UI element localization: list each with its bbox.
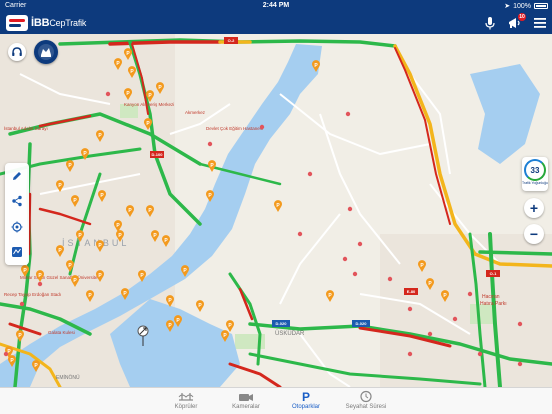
hospital-marker[interactable] <box>307 171 313 177</box>
app-name-light: CepTrafik <box>49 18 87 28</box>
poi-label: İstanbul Adalet Sarayı <box>4 125 48 131</box>
poi-label: Akmerkez <box>185 110 206 115</box>
battery-icon <box>534 3 548 9</box>
parking-icon: P <box>302 390 310 403</box>
road-shield-label: D-020 <box>276 321 288 326</box>
travel-time-icon <box>360 390 372 403</box>
hospital-marker[interactable] <box>342 256 348 262</box>
hospital-marker[interactable] <box>3 351 9 357</box>
poi-label: Kanyon Alışveriş Merkezi <box>124 102 174 107</box>
poi-label: Recep Tayyip Erdoğan Stadı <box>4 292 61 297</box>
road-shield-label: O-2 <box>228 38 235 43</box>
tab-label: Kameralar <box>232 404 260 410</box>
locate-me-button[interactable] <box>8 218 26 236</box>
poi-label: Devlet Çok Eğitim Hastanesi <box>206 126 263 131</box>
hospital-marker[interactable] <box>357 241 363 247</box>
zoom-out-button[interactable]: − <box>524 224 544 244</box>
district-label: EMİNÖNÜ <box>56 374 80 381</box>
headset-icon <box>12 47 22 56</box>
density-value: 33 <box>530 165 540 175</box>
traffic-density-gauge[interactable]: 33 Trafik Yoğunluğu <box>522 157 548 191</box>
hospital-marker[interactable] <box>477 351 483 357</box>
ibb-logo-mark <box>6 15 28 31</box>
map-layers-button[interactable] <box>8 243 26 261</box>
hospital-marker[interactable] <box>387 276 393 282</box>
road-shield-label: D-100 <box>152 152 164 157</box>
tab-label: Köprüler <box>174 404 198 410</box>
header-actions: 10 <box>482 13 548 31</box>
tab-cameras[interactable]: Kameralar <box>216 390 276 410</box>
density-caption: Trafik Yoğunluğu <box>522 181 548 185</box>
map-layers-icon <box>12 247 22 258</box>
tab-travel-time[interactable]: Seyahat Süresi <box>336 390 396 410</box>
tab-label: Seyahat Süresi <box>345 404 387 410</box>
app-title: İBBCepTrafik <box>31 17 86 29</box>
hospital-marker[interactable] <box>407 306 413 312</box>
app-logo: İBBCepTrafik <box>6 15 86 31</box>
hospital-marker[interactable] <box>467 291 473 297</box>
bottom-tab-bar: Köprüler Kameralar P Otoparklar Seyahat … <box>0 387 552 414</box>
ibb-badge-button[interactable] <box>34 40 58 64</box>
plus-icon: + <box>529 200 539 216</box>
battery-percent: 100% <box>513 2 531 10</box>
urban-area-east <box>380 234 552 387</box>
camera-icon <box>239 393 253 401</box>
hospital-marker[interactable] <box>207 141 213 147</box>
zoom-in-button[interactable]: + <box>524 198 544 218</box>
announcements-button[interactable]: 10 <box>507 13 526 31</box>
poi-label: Galata Kulesi <box>48 330 75 335</box>
hospital-marker[interactable] <box>517 321 523 327</box>
tab-bridges[interactable]: Köprüler <box>156 390 216 410</box>
share-button[interactable] <box>8 192 26 210</box>
bridge-icon <box>178 392 194 401</box>
microphone-button[interactable] <box>482 15 498 31</box>
poi-label: Mimar Sinan Güzel Sanatlar Üniversitesi <box>20 274 101 280</box>
road-shield-label: E-80 <box>407 289 416 294</box>
hospital-marker[interactable] <box>407 351 413 357</box>
map-tools-panel <box>5 163 29 265</box>
hospital-marker[interactable] <box>297 231 303 237</box>
density-ring: 33 <box>524 159 546 181</box>
tab-label: Otoparklar <box>291 404 320 410</box>
menu-button[interactable] <box>532 15 548 31</box>
hospital-marker[interactable] <box>19 301 25 307</box>
app-root: Carrier 2:44 PM ➤ 100% İBBCepTrafik 10 O… <box>0 0 552 414</box>
app-name-bold: İBB <box>31 17 50 29</box>
map-canvas[interactable]: O-2 D-100 E-80 D-020 D-020 O-1 İSTANBUL … <box>0 34 552 387</box>
hospital-marker[interactable] <box>105 91 111 97</box>
ibb-emblem-icon <box>38 44 54 60</box>
tab-parking[interactable]: P Otoparklar <box>276 390 336 410</box>
status-bar: Carrier 2:44 PM ➤ 100% <box>0 0 552 12</box>
headset-button[interactable] <box>8 43 26 61</box>
minus-icon: − <box>529 226 539 242</box>
app-header: İBBCepTrafik 10 <box>0 12 552 34</box>
draw-route-button[interactable] <box>8 167 26 185</box>
road-shield-label: D-020 <box>356 321 368 326</box>
notification-badge: 10 <box>518 13 526 21</box>
crosshair-icon <box>11 221 23 233</box>
hospital-marker[interactable] <box>345 111 351 117</box>
status-right: ➤ 100% <box>504 2 548 10</box>
share-icon <box>12 196 22 207</box>
hospital-marker[interactable] <box>347 206 353 212</box>
clock: 2:44 PM <box>262 2 290 9</box>
road-shield-label: O-1 <box>490 271 497 276</box>
hospital-marker[interactable] <box>352 271 358 277</box>
hospital-marker[interactable] <box>259 124 265 130</box>
hospital-marker[interactable] <box>37 281 43 287</box>
poi-label: Hacıran <box>482 294 500 300</box>
hospital-marker[interactable] <box>517 361 523 367</box>
location-arrow-icon: ➤ <box>504 3 511 10</box>
hospital-marker[interactable] <box>452 316 458 322</box>
district-label: ÜSKÜDAR <box>275 330 305 337</box>
microphone-icon <box>485 17 495 30</box>
traffic-map[interactable]: O-2 D-100 E-80 D-020 D-020 O-1 İSTANBUL … <box>0 34 552 387</box>
poi-label: Hatıra Parkı <box>480 301 507 307</box>
svg-text:P: P <box>302 390 310 403</box>
hamburger-menu-icon <box>534 18 546 28</box>
pencil-icon <box>13 171 21 180</box>
hospital-marker[interactable] <box>427 331 433 337</box>
